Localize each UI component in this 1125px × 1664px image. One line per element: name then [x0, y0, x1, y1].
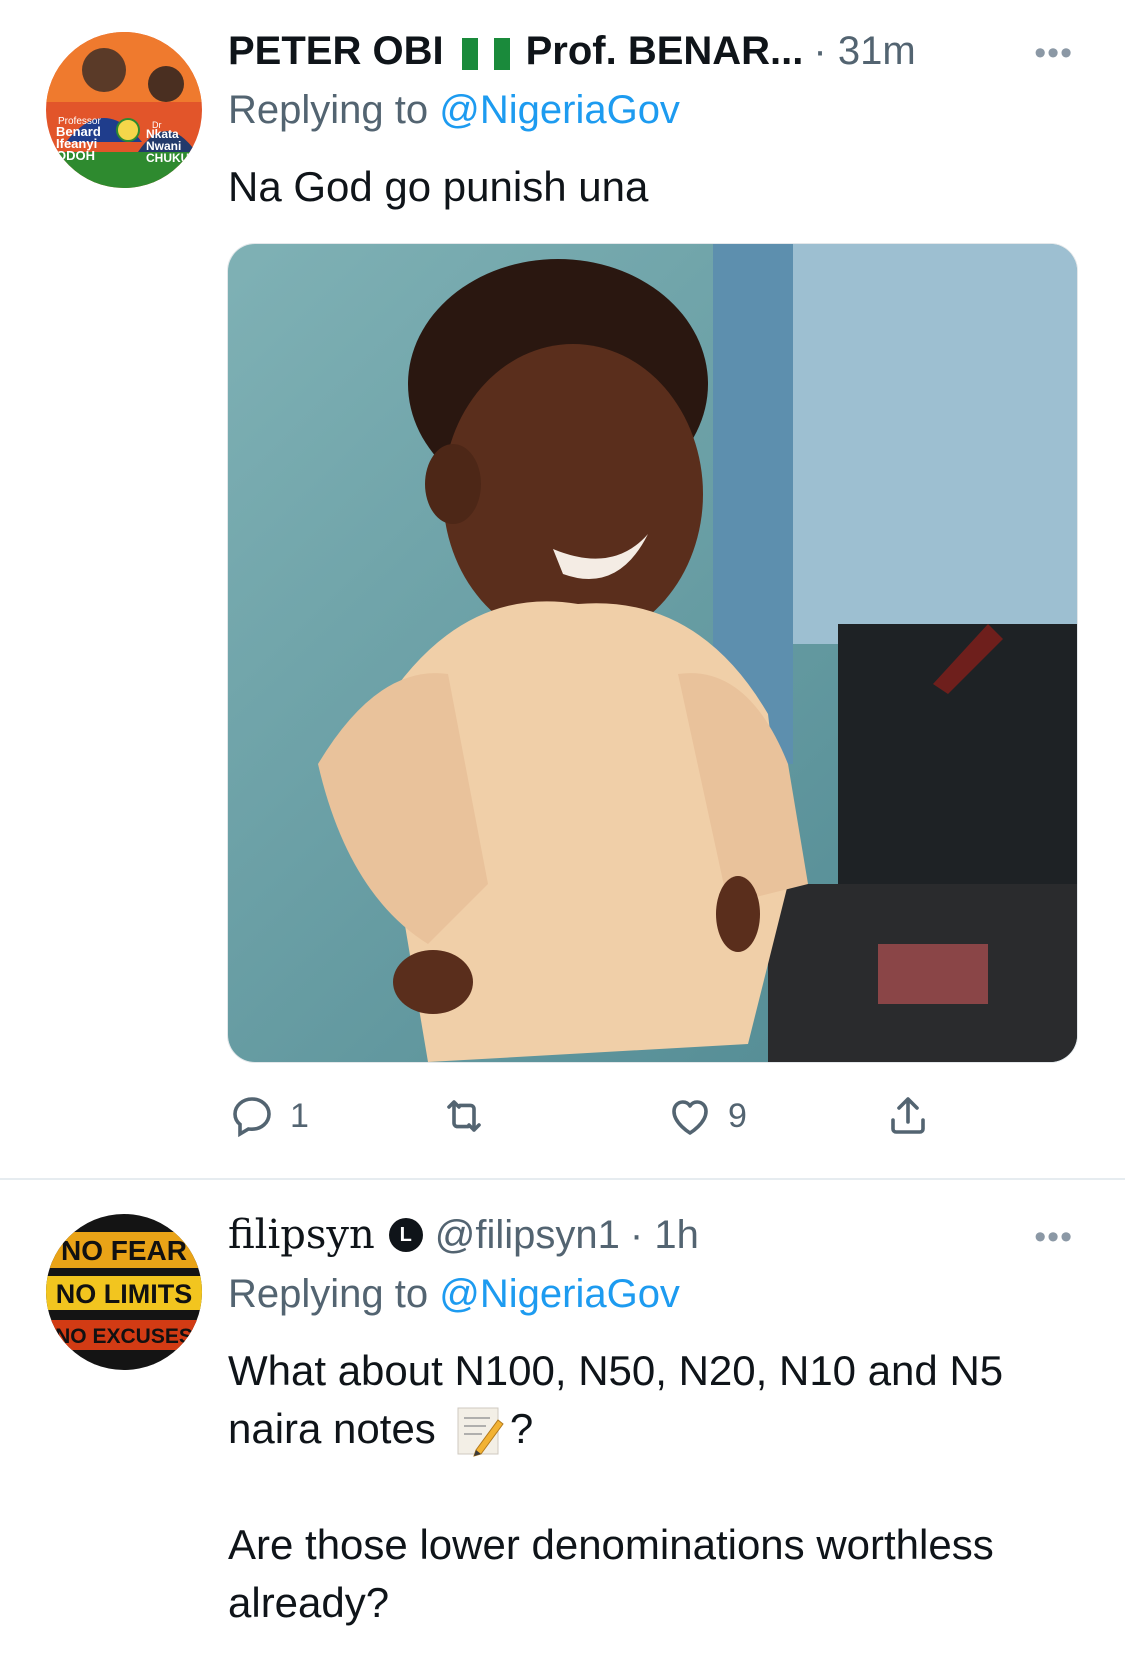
avatar[interactable]: NO FEAR NO LIMITS NO EXCUSES [46, 1214, 202, 1370]
tweet-photo[interactable] [227, 243, 1078, 1063]
avatar[interactable]: Professor Benard Ifeanyi ODOH Dr Nkata N… [46, 32, 202, 188]
display-name[interactable]: PETER OBI [228, 29, 444, 74]
nigeria-flag-icon [461, 35, 510, 70]
share-button[interactable] [884, 1088, 932, 1144]
reply-icon [233, 1097, 271, 1138]
svg-text:NO EXCUSES: NO EXCUSES [55, 1325, 193, 1348]
handle[interactable]: @filipsyn1 [435, 1213, 620, 1258]
tweet-text: Na God go punish una [228, 163, 649, 210]
tweet-text-paragraph-2: Are those lower denominations worthless … [228, 1521, 994, 1626]
tweet-actions: 1 9 [228, 1088, 988, 1144]
replying-to: Replying to @NigeriaGov [228, 1272, 680, 1317]
share-icon [891, 1097, 925, 1134]
retweet-icon [447, 1100, 481, 1132]
replying-to-handle[interactable]: @NigeriaGov [439, 1272, 680, 1316]
svg-text:ODOH: ODOH [56, 148, 95, 163]
reply-button[interactable]: 1 [228, 1088, 309, 1144]
reply-count: 1 [290, 1096, 309, 1135]
display-name-suffix[interactable]: Prof. BENAR... [526, 29, 804, 74]
svg-text:CHUKU: CHUKU [146, 151, 189, 165]
display-name[interactable]: filipsyn [228, 1212, 375, 1258]
like-count: 9 [728, 1096, 747, 1135]
memo-icon [456, 1406, 504, 1458]
replying-to-label: Replying to [228, 88, 429, 132]
tweet-text-line-1: What about N100, N50, N20, N10 and N5 [228, 1347, 1004, 1394]
more-options-icon[interactable]: ••• [1034, 34, 1073, 73]
svg-text:NO LIMITS: NO LIMITS [56, 1279, 193, 1309]
more-options-icon[interactable]: ••• [1034, 1218, 1073, 1257]
heart-icon [672, 1100, 708, 1135]
replying-to-label: Replying to [228, 1272, 429, 1316]
tweet-header: filipsyn L @filipsyn1 · 1h [228, 1210, 699, 1260]
badge-icon: L [388, 1218, 423, 1252]
timestamp[interactable]: · 31m [813, 29, 915, 74]
tweet-text: What about N100, N50, N20, N10 and N5 na… [228, 1342, 1088, 1632]
replying-to-handle[interactable]: @NigeriaGov [439, 88, 680, 132]
replying-to: Replying to @NigeriaGov [228, 88, 680, 133]
like-button[interactable]: 9 [666, 1088, 747, 1144]
retweet-button[interactable] [440, 1088, 502, 1144]
tweet-text-line-2: naira notes? [228, 1400, 1088, 1458]
svg-text:NO FEAR: NO FEAR [61, 1235, 187, 1266]
timestamp[interactable]: · 1h [630, 1213, 699, 1258]
tweet-divider [0, 1178, 1125, 1180]
tweet-header: PETER OBI Prof. BENAR... · 31m [228, 26, 916, 76]
